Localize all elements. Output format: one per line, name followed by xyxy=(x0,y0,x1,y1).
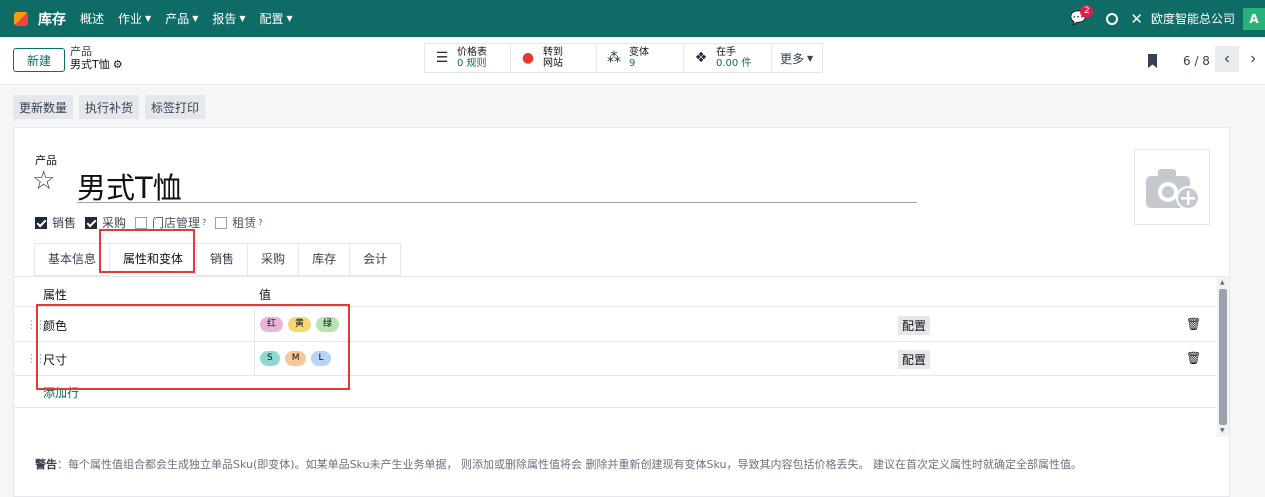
chevron-right-icon: › xyxy=(1250,50,1256,67)
scrollbar-thumb[interactable] xyxy=(1219,289,1227,425)
menu-reporting[interactable]: 报告 ▼ xyxy=(212,10,245,27)
checkbox-rental[interactable]: 租赁? xyxy=(215,214,263,231)
configure-button[interactable]: 配置 xyxy=(898,316,931,335)
chat-badge: 2 xyxy=(1080,5,1094,18)
help-icon[interactable]: ? xyxy=(202,218,206,227)
sitemap-icon: ⁂ xyxy=(607,50,621,66)
control-panel: 新建 产品 男式T恤 ⚙ ☰ 价格表 0 规则 ● 转到 网站 ⁂ 变体 9 ❖ 在手… xyxy=(0,37,1265,85)
gear-icon[interactable]: ⚙ xyxy=(113,58,123,71)
highlight-box-tab xyxy=(99,229,195,273)
checkbox-checked[interactable] xyxy=(85,216,98,229)
breadcrumb-parent[interactable]: 产品 xyxy=(70,45,123,58)
configure-button[interactable]: 配置 xyxy=(898,350,931,369)
tab-accounting[interactable]: 会计 xyxy=(349,243,402,276)
smart-buttons: ☰ 价格表 0 规则 ● 转到 网站 ⁂ 变体 9 ❖ 在手 0.00 件 更多 ▼ xyxy=(424,43,823,73)
app-logo-icon[interactable] xyxy=(14,11,28,26)
help-icon[interactable]: ? xyxy=(258,218,262,227)
highlight-box-attributes xyxy=(36,304,350,390)
warning-note: 警告：每个属性值组合都会生成独立单品Sku(即变体)。如某单品Sku未产生业务单… xyxy=(35,456,1082,472)
scroll-up-icon[interactable]: ▲ xyxy=(1220,279,1225,286)
tab-purchase[interactable]: 采购 xyxy=(247,243,299,276)
pager-value[interactable]: 6 / 8 xyxy=(1183,54,1210,68)
column-header-attribute[interactable]: 属性 xyxy=(43,286,67,303)
notebook-tabs: 基本信息 属性和变体 销售 采购 库存 会计 xyxy=(34,243,402,276)
smart-button-pricelist[interactable]: ☰ 价格表 0 规则 xyxy=(425,44,511,72)
vertical-scrollbar[interactable]: ▲ ▼ xyxy=(1217,277,1229,437)
more-button[interactable]: 更多 ▼ xyxy=(772,44,822,72)
warning-text: ：每个属性值组合都会生成独立单品Sku(即变体)。如某单品Sku未产生业务单据，… xyxy=(57,458,1083,471)
list-icon: ☰ xyxy=(435,50,449,66)
smart-button-on-hand[interactable]: ❖ 在手 0.00 件 xyxy=(684,44,772,72)
column-header-value[interactable]: 值 xyxy=(259,286,271,303)
caret-down-icon: ▼ xyxy=(807,53,814,63)
menu-configuration[interactable]: 配置 ▼ xyxy=(260,10,293,27)
tab-sales[interactable]: 销售 xyxy=(196,243,248,276)
company-switcher[interactable]: 欧度智能总公司 xyxy=(1151,10,1235,27)
trash-icon[interactable]: 🗑 xyxy=(1186,317,1201,331)
new-button[interactable]: 新建 xyxy=(13,48,65,72)
breadcrumb-current: 男式T恤 ⚙ xyxy=(70,58,123,71)
smart-button-website[interactable]: ● 转到 网站 xyxy=(511,44,597,72)
checkbox-sale[interactable]: 销售 xyxy=(35,214,76,231)
user-avatar[interactable]: A xyxy=(1243,7,1265,30)
app-name[interactable]: 库存 xyxy=(38,9,66,29)
top-navbar: 库存 概述 作业 ▼ 产品 ▼ 报告 ▼ 配置 ▼ 💬 2 ✕ 欧度智能总公司 A xyxy=(0,0,1265,37)
chevron-left-icon: ‹ xyxy=(1224,50,1230,67)
checkbox-unchecked[interactable] xyxy=(215,216,228,229)
clock-icon[interactable] xyxy=(1106,12,1119,25)
caret-down-icon: ▼ xyxy=(286,14,293,23)
menu-products[interactable]: 产品 ▼ xyxy=(165,10,198,27)
trash-icon[interactable]: 🗑 xyxy=(1186,351,1201,365)
product-name-input[interactable]: 男式T恤 xyxy=(77,171,182,205)
chat-icon[interactable]: 💬 2 xyxy=(1070,5,1094,26)
table-bottom-divider xyxy=(14,407,1216,408)
globe-icon: ● xyxy=(521,50,535,66)
tools-icon[interactable]: ✕ xyxy=(1130,10,1143,28)
cubes-icon: ❖ xyxy=(694,50,708,66)
caret-down-icon: ▼ xyxy=(239,14,246,23)
pager-next-button[interactable]: › xyxy=(1241,46,1265,72)
checkbox-checked[interactable] xyxy=(35,216,47,229)
action-bar: 更新数量 执行补货 标签打印 xyxy=(13,95,211,119)
menu-overview[interactable]: 概述 xyxy=(80,10,104,27)
product-image[interactable] xyxy=(1134,149,1210,225)
product-name-field[interactable]: 男式T恤 xyxy=(77,165,917,205)
caret-down-icon: ▼ xyxy=(192,14,199,23)
scroll-down-icon[interactable]: ▼ xyxy=(1220,427,1225,434)
camera-plus-icon xyxy=(1146,169,1200,210)
breadcrumb: 产品 男式T恤 ⚙ xyxy=(70,45,123,71)
warning-label: 警告 xyxy=(35,458,57,471)
star-icon[interactable]: ☆ xyxy=(32,166,55,196)
smart-button-variants[interactable]: ⁂ 变体 9 xyxy=(597,44,684,72)
checkbox-unchecked[interactable] xyxy=(135,216,148,229)
pager-previous-button[interactable]: ‹ xyxy=(1215,46,1239,72)
menu-operations[interactable]: 作业 ▼ xyxy=(118,10,151,27)
tab-general-info[interactable]: 基本信息 xyxy=(34,243,110,276)
tab-inventory[interactable]: 库存 xyxy=(298,243,350,276)
table-header: 属性 值 xyxy=(14,277,1216,307)
replenish-button[interactable]: 执行补货 xyxy=(79,95,140,119)
print-labels-button[interactable]: 标签打印 xyxy=(145,95,206,119)
caret-down-icon: ▼ xyxy=(145,14,152,23)
bookmark-icon[interactable] xyxy=(1148,54,1157,68)
update-quantity-button[interactable]: 更新数量 xyxy=(13,95,74,119)
navbar-systray: 💬 2 ✕ 欧度智能总公司 A xyxy=(1070,0,1265,37)
